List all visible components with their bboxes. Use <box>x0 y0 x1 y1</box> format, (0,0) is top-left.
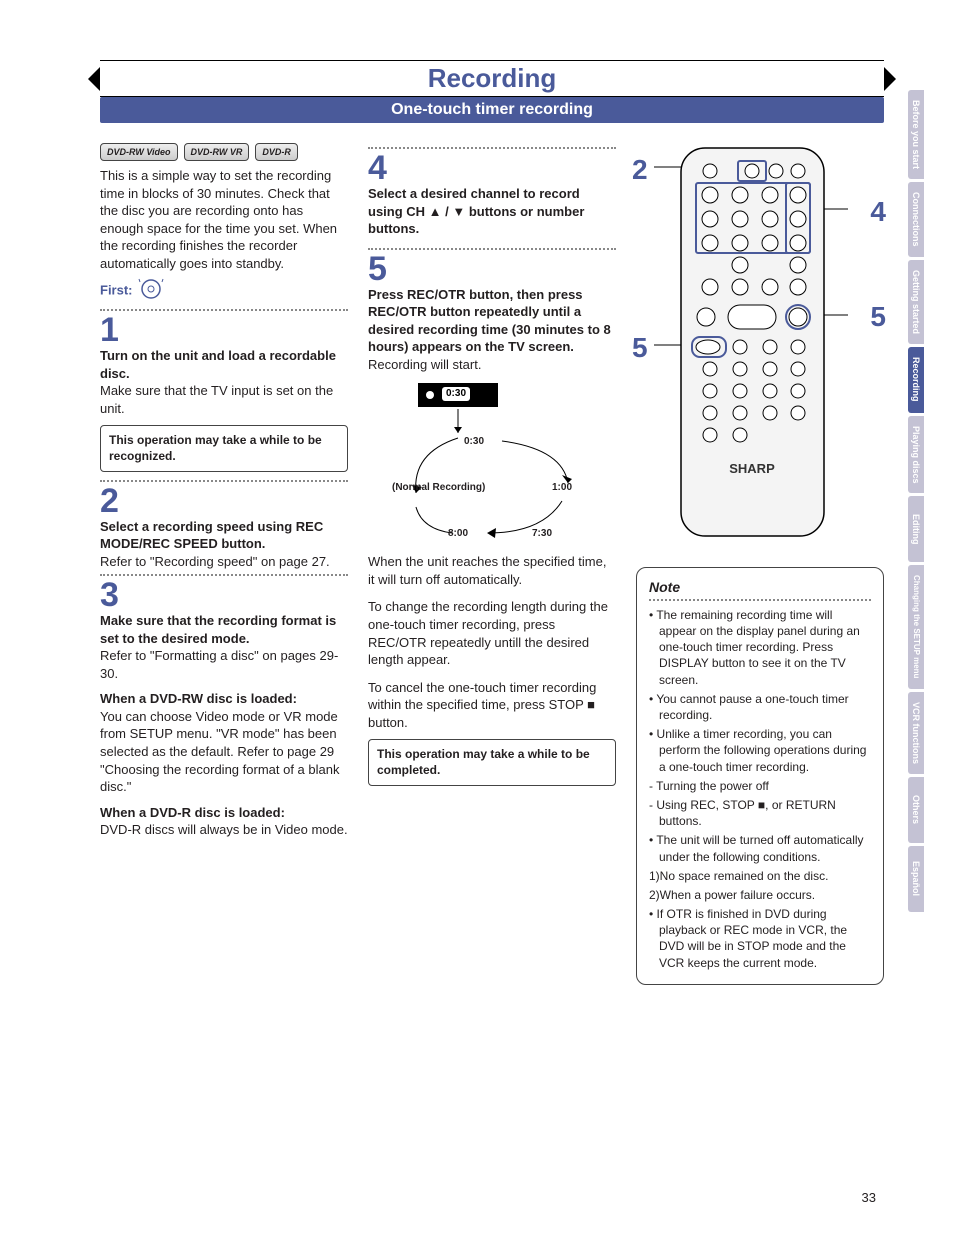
step-1-body: Make sure that the TV input is set on th… <box>100 382 348 417</box>
note-header: Note <box>649 578 871 597</box>
step-3-rw-body: You can choose Video mode or VR mode fro… <box>100 708 348 796</box>
note-item: - Turning the power off <box>649 778 871 794</box>
page-number: 33 <box>862 1190 876 1205</box>
badge-dvdrw-video: DVD-RW Video <box>100 143 178 161</box>
callout-5b: 5 <box>870 298 886 336</box>
disc-icon <box>136 278 166 305</box>
diag-730: 7:30 <box>532 527 552 541</box>
callout-4: 4 <box>870 193 886 231</box>
tab-setup-menu: Changing the SETUP menu <box>908 565 924 688</box>
remote-brand-text: SHARP <box>729 461 775 476</box>
step-2-head: Select a recording speed using REC MODE/… <box>100 518 348 553</box>
tab-editing: Editing <box>908 496 924 562</box>
step-3-body: Refer to "Formatting a disc" on pages 29… <box>100 647 348 682</box>
note-item: • If OTR is finished in DVD during playb… <box>649 906 871 971</box>
after-p3: To cancel the one-touch timer recording … <box>368 679 616 732</box>
page-title: Recording <box>416 63 569 94</box>
remote-control: SHARP <box>680 147 825 537</box>
tab-getting-started: Getting started <box>908 260 924 344</box>
note-item: • The remaining recording time will appe… <box>649 607 871 688</box>
step-1-head: Turn on the unit and load a recordable d… <box>100 347 348 382</box>
section-subtitle: One-touch timer recording <box>100 97 884 123</box>
step-1-note: This operation may take a while to be re… <box>100 425 348 471</box>
step-4-head: Select a desired channel to record using… <box>368 185 616 238</box>
tab-before-you-start: Before you start <box>908 90 924 179</box>
step-5-body: Recording will start. <box>368 356 616 374</box>
note-item: 2)When a power failure occurs. <box>649 887 871 903</box>
tab-others: Others <box>908 777 924 843</box>
tab-recording: Recording <box>908 347 924 413</box>
diag-800: 8:00 <box>448 527 468 541</box>
after-p1: When the unit reaches the specified time… <box>368 553 616 588</box>
tab-espanol: Español <box>908 846 924 912</box>
step-2-number: 2 <box>100 484 348 518</box>
diag-100: 1:00 <box>552 481 572 495</box>
step-2-body: Refer to "Recording speed" on page 27. <box>100 553 348 571</box>
tab-vcr-functions: VCR functions <box>908 692 924 774</box>
tab-playing-discs: Playing discs <box>908 416 924 494</box>
format-badges: DVD-RW Video DVD-RW VR DVD-R <box>100 143 348 161</box>
diag-030: 0:30 <box>464 435 484 449</box>
step-4-number: 4 <box>368 151 616 185</box>
diag-normal: (Normal Recording) <box>392 481 485 495</box>
note-list: • The remaining recording time will appe… <box>649 607 871 971</box>
badge-dvdr: DVD-R <box>255 143 298 161</box>
first-label: First: <box>100 283 133 298</box>
intro-text: This is a simple way to set the recordin… <box>100 167 348 272</box>
tab-connections: Connections <box>908 182 924 257</box>
note-item: • The unit will be turned off automatica… <box>649 832 871 864</box>
step-3-rw-head: When a DVD-RW disc is loaded: <box>100 690 348 708</box>
badge-dvdrw-vr: DVD-RW VR <box>184 143 250 161</box>
note-item: - Using REC, STOP ■, or RETURN buttons. <box>649 797 871 829</box>
step-1-number: 1 <box>100 313 348 347</box>
step-3-head: Make sure that the recording format is s… <box>100 612 348 647</box>
note-item: 1)No space remained on the disc. <box>649 868 871 884</box>
step-3-r-head: When a DVD-R disc is loaded: <box>100 804 348 822</box>
page-title-bar: Recording <box>100 60 884 97</box>
note-item: • Unlike a timer recording, you can perf… <box>649 726 871 775</box>
after-note: This operation may take a while to be co… <box>368 739 616 785</box>
after-p2: To change the recording length during th… <box>368 598 616 668</box>
otr-time-diagram: 0:30 0:30 (Normal Recording) 1:00 <box>392 383 592 543</box>
step-5-number: 5 <box>368 252 616 286</box>
note-item: • You cannot pause a one-touch timer rec… <box>649 691 871 723</box>
side-tabs: Before you start Connections Getting sta… <box>908 90 924 912</box>
step-3-r-body: DVD-R discs will always be in Video mode… <box>100 821 348 839</box>
note-box: Note • The remaining recording time will… <box>636 567 884 985</box>
step-5-head: Press REC/OTR button, then press REC/OTR… <box>368 286 616 356</box>
step-3-number: 3 <box>100 578 348 612</box>
